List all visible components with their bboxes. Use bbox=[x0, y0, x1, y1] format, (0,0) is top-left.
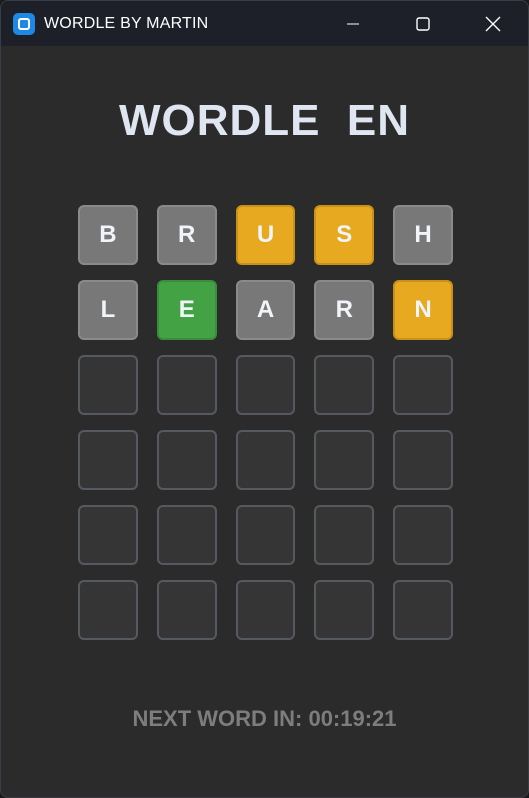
maximize-icon bbox=[416, 16, 430, 31]
minimize-icon bbox=[347, 23, 359, 24]
maximize-button[interactable] bbox=[388, 1, 458, 46]
letter-tile bbox=[78, 430, 138, 490]
letter-tile bbox=[393, 505, 453, 565]
letter-tile bbox=[393, 355, 453, 415]
guess-row-3 bbox=[78, 355, 453, 415]
letter-tile: B bbox=[78, 205, 138, 265]
letter-tile bbox=[314, 580, 375, 640]
letter-tile: N bbox=[393, 280, 453, 340]
close-icon bbox=[485, 16, 501, 31]
app-icon-glyph bbox=[18, 17, 30, 30]
letter-tile: A bbox=[235, 280, 296, 340]
letter-tile bbox=[156, 430, 217, 490]
letter-tile bbox=[314, 430, 375, 490]
game-area: WORDLE EN B R U S H L E A R N NEXT WORD … bbox=[1, 46, 528, 797]
letter-tile bbox=[235, 430, 296, 490]
letter-tile: U bbox=[235, 205, 296, 265]
letter-tile bbox=[78, 355, 138, 415]
title-bar[interactable]: WORDLE BY MARTIN bbox=[1, 1, 528, 46]
letter-tile bbox=[156, 505, 217, 565]
letter-tile bbox=[235, 505, 296, 565]
letter-tile bbox=[78, 580, 138, 640]
letter-tile: R bbox=[156, 205, 217, 265]
letter-tile: H bbox=[393, 205, 453, 265]
letter-tile bbox=[156, 355, 217, 415]
guess-row-4 bbox=[78, 430, 453, 490]
letter-tile: S bbox=[314, 205, 375, 265]
window-controls bbox=[318, 1, 528, 46]
guess-row-5 bbox=[78, 505, 453, 565]
letter-tile bbox=[314, 505, 375, 565]
letter-tile: L bbox=[78, 280, 138, 340]
game-heading: WORDLE EN bbox=[118, 96, 411, 145]
close-button[interactable] bbox=[458, 1, 528, 46]
guess-row-1: B R U S H bbox=[78, 205, 453, 265]
next-word-countdown: NEXT WORD IN: 00:19:21 bbox=[132, 706, 397, 731]
letter-tile bbox=[314, 355, 375, 415]
app-icon bbox=[13, 12, 35, 35]
letter-tile bbox=[235, 355, 296, 415]
letter-grid: B R U S H L E A R N bbox=[78, 205, 453, 655]
minimize-button[interactable] bbox=[318, 1, 388, 46]
letter-tile: E bbox=[156, 280, 217, 340]
guess-row-6 bbox=[78, 580, 453, 640]
letter-tile bbox=[235, 580, 296, 640]
letter-tile: R bbox=[314, 280, 375, 340]
letter-tile bbox=[156, 580, 217, 640]
window-title: WORDLE BY MARTIN bbox=[44, 14, 209, 32]
letter-tile bbox=[78, 505, 138, 565]
letter-tile bbox=[393, 580, 453, 640]
app-window: WORDLE BY MARTIN WORDLE EN B R U S H L E… bbox=[0, 0, 529, 798]
letter-tile bbox=[393, 430, 453, 490]
guess-row-2: L E A R N bbox=[78, 280, 453, 340]
